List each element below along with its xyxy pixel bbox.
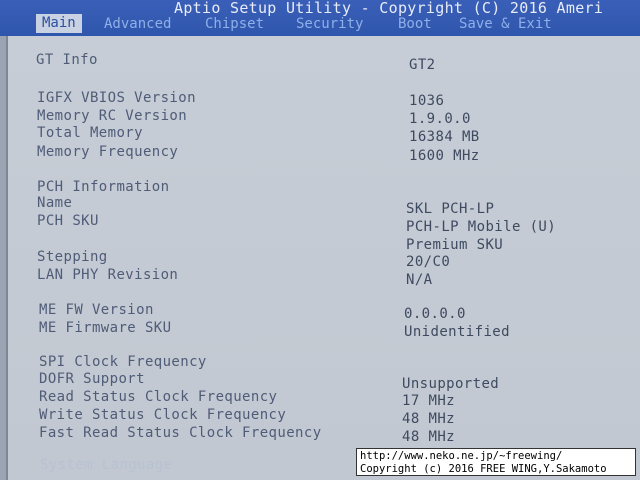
write-status-clock-value: 48 MHz [402,411,455,427]
read-status-clock-value: 17 MHz [402,393,455,409]
stepping-value: 20/C0 [406,254,451,270]
memory-frequency-value: 1600 MHz [409,148,480,164]
watermark-copyright: Copyright (c) 2016 FREE WING,Y.Sakamoto [360,463,607,475]
dofr-support-value: Unsupported [402,376,500,392]
memory-rc-value: 1.9.0.0 [409,111,471,127]
copyright-watermark: http://www.neko.ne.jp/~freewing/ Copyrig… [356,448,636,476]
spi-clock-label: SPI Clock Frequency [39,354,207,370]
pch-information-label: PCH Information [37,179,170,195]
tab-save-exit[interactable]: Save & Exit [459,16,552,32]
system-language-item[interactable]: System Language [40,457,172,473]
fast-read-status-clock-label: Fast Read Status Clock Frequency [39,425,322,441]
tab-security[interactable]: Security [296,16,363,32]
me-fw-version-value: 0.0.0.0 [404,306,466,322]
watermark-url: http://www.neko.ne.jp/~freewing/ [360,450,563,462]
gt-info-label: GT Info [36,52,98,68]
pch-sku-value: PCH-LP Mobile (U) [406,219,557,235]
memory-frequency-label: Memory Frequency [37,144,179,160]
read-status-clock-label: Read Status Clock Frequency [39,389,278,405]
write-status-clock-label: Write Status Clock Frequency [39,407,287,423]
stepping-label: Stepping [37,249,108,265]
lan-phy-label: LAN PHY Revision [37,267,179,283]
total-memory-value: 16384 MB [409,129,480,145]
pch-name-value: SKL PCH-LP [406,201,495,217]
me-firmware-sku-label: ME Firmware SKU [39,320,172,336]
dofr-support-label: DOFR Support [39,371,145,387]
igfx-vbios-value: 1036 [409,93,445,109]
tab-boot[interactable]: Boot [398,16,432,32]
tab-advanced[interactable]: Advanced [104,16,171,32]
pch-sku-value-line2: Premium SKU [406,237,504,253]
total-memory-label: Total Memory [37,125,143,141]
me-firmware-sku-value: Unidentified [404,324,510,340]
pch-sku-label: PCH SKU [37,213,99,229]
me-fw-version-label: ME FW Version [39,302,154,318]
memory-rc-label: Memory RC Version [37,108,188,124]
tab-main[interactable]: Main [36,14,82,33]
lan-phy-value: N/A [406,272,433,288]
title-bar: Aptio Setup Utility - Copyright (C) 2016… [0,0,640,36]
pch-name-label: Name [37,195,73,211]
igfx-vbios-label: IGFX VBIOS Version [37,90,196,106]
fast-read-status-clock-value: 48 MHz [402,429,455,445]
tab-chipset[interactable]: Chipset [205,16,264,32]
window-title: Aptio Setup Utility - Copyright (C) 2016… [174,0,604,17]
gt-info-value: GT2 [409,57,436,73]
main-panel: GT Info GT2 IGFX VBIOS Version 1036 Memo… [6,36,640,480]
